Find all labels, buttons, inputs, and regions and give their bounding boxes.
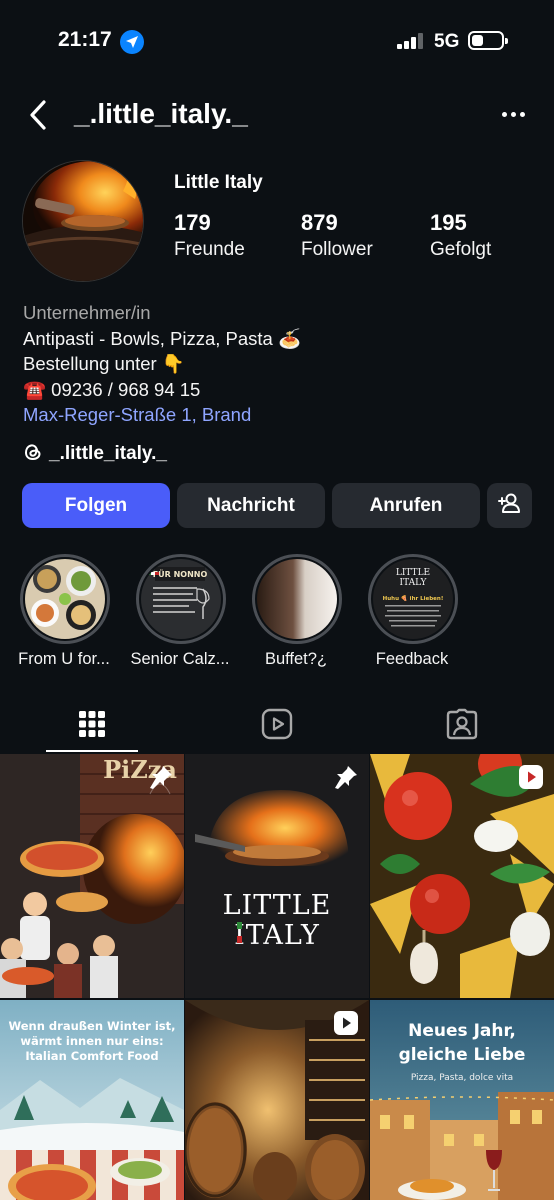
back-chevron-icon[interactable] [26, 98, 52, 132]
svg-text:Pizza, Pasta, dolce vita: Pizza, Pasta, dolce vita [411, 1073, 513, 1083]
reel-icon [333, 1010, 359, 1036]
bio-line: Bestellung unter 👇 [23, 353, 185, 374]
profile-page: 21:17 5G _.little_italy._ Little Italy 1… [0, 0, 554, 1200]
signal-icon [397, 33, 425, 49]
add-person-icon [497, 492, 522, 520]
stat-following-count: 195 [430, 210, 467, 235]
highlight-image: FÜR NONNO [141, 559, 221, 639]
post-tile[interactable] [185, 1000, 369, 1200]
location-arrow-icon [120, 30, 144, 54]
reels-icon [261, 708, 293, 745]
threads-icon [23, 442, 43, 462]
status-time: 21:17 [58, 28, 112, 51]
threads-link[interactable]: _.little_italy._ [23, 442, 167, 465]
threads-handle: _.little_italy._ [49, 443, 167, 464]
add-friend-button[interactable] [487, 483, 532, 528]
pinned-icon [333, 764, 359, 790]
svg-text:Wenn draußen Winter ist,: Wenn draußen Winter ist, [8, 1019, 175, 1033]
svg-text:LITTLE: LITTLE [223, 890, 332, 921]
tab-reels[interactable] [185, 700, 369, 752]
reel-icon [518, 764, 544, 790]
active-tab-indicator [46, 750, 138, 752]
bio-phone[interactable]: ☎️ 09236 / 968 94 15 [23, 377, 533, 403]
svg-text:Italian Comfort Food: Italian Comfort Food [25, 1049, 158, 1063]
network-type: 5G [434, 31, 460, 52]
svg-text:wärmt innen nur eins:: wärmt innen nur eins: [20, 1034, 163, 1048]
status-bar: 21:17 5G [0, 0, 554, 80]
bio-line: Antipasti - Bowls, Pizza, Pasta 🍝 [23, 327, 302, 349]
stat-followers-label: Follower [301, 239, 373, 260]
stat-friends[interactable]: 179 Freunde [174, 210, 245, 261]
stat-followers[interactable]: 879 Follower [301, 210, 373, 261]
svg-text:gleiche Liebe: gleiche Liebe [399, 1045, 526, 1065]
highlight-label: From U for... [18, 650, 110, 668]
battery-icon [468, 31, 508, 50]
stat-following[interactable]: 195 Gefolgt [430, 210, 491, 261]
highlight-image [25, 559, 105, 639]
tab-posts-grid[interactable] [0, 700, 184, 752]
profile-handle: _.little_italy._ [74, 98, 248, 129]
svg-text:ITALY: ITALY [234, 920, 320, 951]
highlight-image: LITTLE ITALY Huhu 🍕 ihr Lieben! [373, 559, 453, 639]
avatar[interactable] [22, 160, 144, 282]
stat-friends-count: 179 [174, 210, 211, 235]
svg-text:FÜR NONNO: FÜR NONNO [153, 569, 208, 579]
svg-text:Huhu 🍕 ihr Lieben!: Huhu 🍕 ihr Lieben! [383, 595, 444, 602]
pinned-icon [148, 764, 174, 790]
tab-tagged[interactable] [370, 700, 554, 752]
message-button[interactable]: Nachricht [177, 483, 325, 528]
profile-address-link[interactable]: Max-Reger-Straße 1, Brand [23, 402, 533, 428]
post-tile[interactable]: LITTLE ITALY [185, 754, 369, 998]
call-button[interactable]: Anrufen [332, 483, 480, 528]
highlight-label: Feedback [375, 650, 449, 668]
profile-name: Little Italy [174, 172, 263, 193]
highlight-image [257, 559, 337, 639]
grid-icon [78, 710, 106, 743]
highlight-label: Senior Calz... [130, 650, 230, 668]
svg-text:Neues Jahr,: Neues Jahr, [408, 1021, 516, 1041]
svg-text:LITTLE: LITTLE [396, 568, 430, 578]
svg-text:ITALY: ITALY [400, 578, 428, 588]
post-tile[interactable] [370, 754, 554, 998]
post-tile[interactable]: Neues Jahr, gleiche Liebe Pizza, Pasta, … [370, 1000, 554, 1200]
follow-button[interactable]: Folgen [22, 483, 170, 528]
stat-followers-count: 879 [301, 210, 338, 235]
profile-header: _.little_italy._ [0, 88, 554, 142]
profile-category: Unternehmer/in [23, 302, 151, 323]
post-tile[interactable]: PiZza [0, 754, 184, 998]
profile-bio: Unternehmer/in Antipasti - Bowls, Pizza,… [23, 300, 533, 428]
stat-friends-label: Freunde [174, 239, 245, 260]
highlight-label: Buffet?¿ [264, 650, 328, 668]
more-options-icon[interactable] [500, 104, 528, 124]
stat-following-label: Gefolgt [430, 239, 492, 260]
post-tile[interactable]: Wenn draußen Winter ist, wärmt innen nur… [0, 1000, 184, 1200]
tagged-person-icon [446, 708, 478, 745]
